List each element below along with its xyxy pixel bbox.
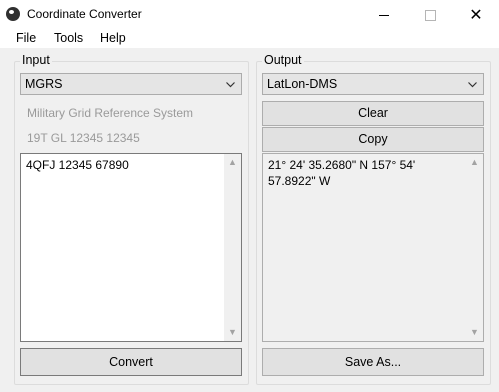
input-scrollbar[interactable]: ▲ ▼ — [224, 154, 241, 341]
maximize-button — [407, 0, 453, 30]
scroll-up-icon[interactable]: ▲ — [470, 158, 479, 167]
input-format-value: MGRS — [25, 77, 63, 91]
menu-file[interactable]: File — [16, 31, 36, 45]
input-format-description: Military Grid Reference System — [27, 106, 194, 120]
output-format-select[interactable]: LatLon-DMS — [262, 73, 484, 95]
copy-button[interactable]: Copy — [262, 127, 484, 152]
minimize-icon — [379, 14, 389, 16]
app-icon — [6, 7, 20, 21]
close-icon: ✕ — [469, 7, 483, 24]
menu-tools[interactable]: Tools — [54, 31, 83, 45]
minimize-button[interactable] — [361, 0, 407, 30]
convert-button[interactable]: Convert — [20, 348, 242, 376]
input-format-example: 19T GL 12345 12345 — [27, 131, 140, 145]
output-format-value: LatLon-DMS — [267, 77, 338, 91]
title-bar: Coordinate Converter ✕ — [0, 0, 499, 30]
chevron-down-icon — [468, 82, 477, 88]
maximize-icon — [424, 9, 436, 21]
window-title: Coordinate Converter — [27, 7, 142, 21]
scroll-up-icon[interactable]: ▲ — [228, 158, 237, 167]
output-text: 21° 24' 35.2680" N 157° 54' 57.8922" W — [268, 158, 416, 188]
clear-button[interactable]: Clear — [262, 101, 484, 126]
input-group-label: Input — [20, 53, 52, 67]
menu-help[interactable]: Help — [100, 31, 126, 45]
input-textbox[interactable]: 4QFJ 12345 67890 ▲ ▼ — [20, 153, 242, 342]
input-text: 4QFJ 12345 67890 — [26, 158, 129, 172]
close-button[interactable]: ✕ — [453, 0, 499, 30]
scroll-down-icon[interactable]: ▼ — [470, 328, 479, 337]
output-group-label: Output — [262, 53, 304, 67]
output-textbox[interactable]: 21° 24' 35.2680" N 157° 54' 57.8922" W ▲… — [262, 153, 484, 342]
input-format-select[interactable]: MGRS — [20, 73, 242, 95]
output-scrollbar[interactable]: ▲ ▼ — [466, 154, 483, 341]
save-as-button[interactable]: Save As... — [262, 348, 484, 376]
menu-bar: File Tools Help — [0, 30, 499, 49]
scroll-down-icon[interactable]: ▼ — [228, 328, 237, 337]
chevron-down-icon — [226, 82, 235, 88]
